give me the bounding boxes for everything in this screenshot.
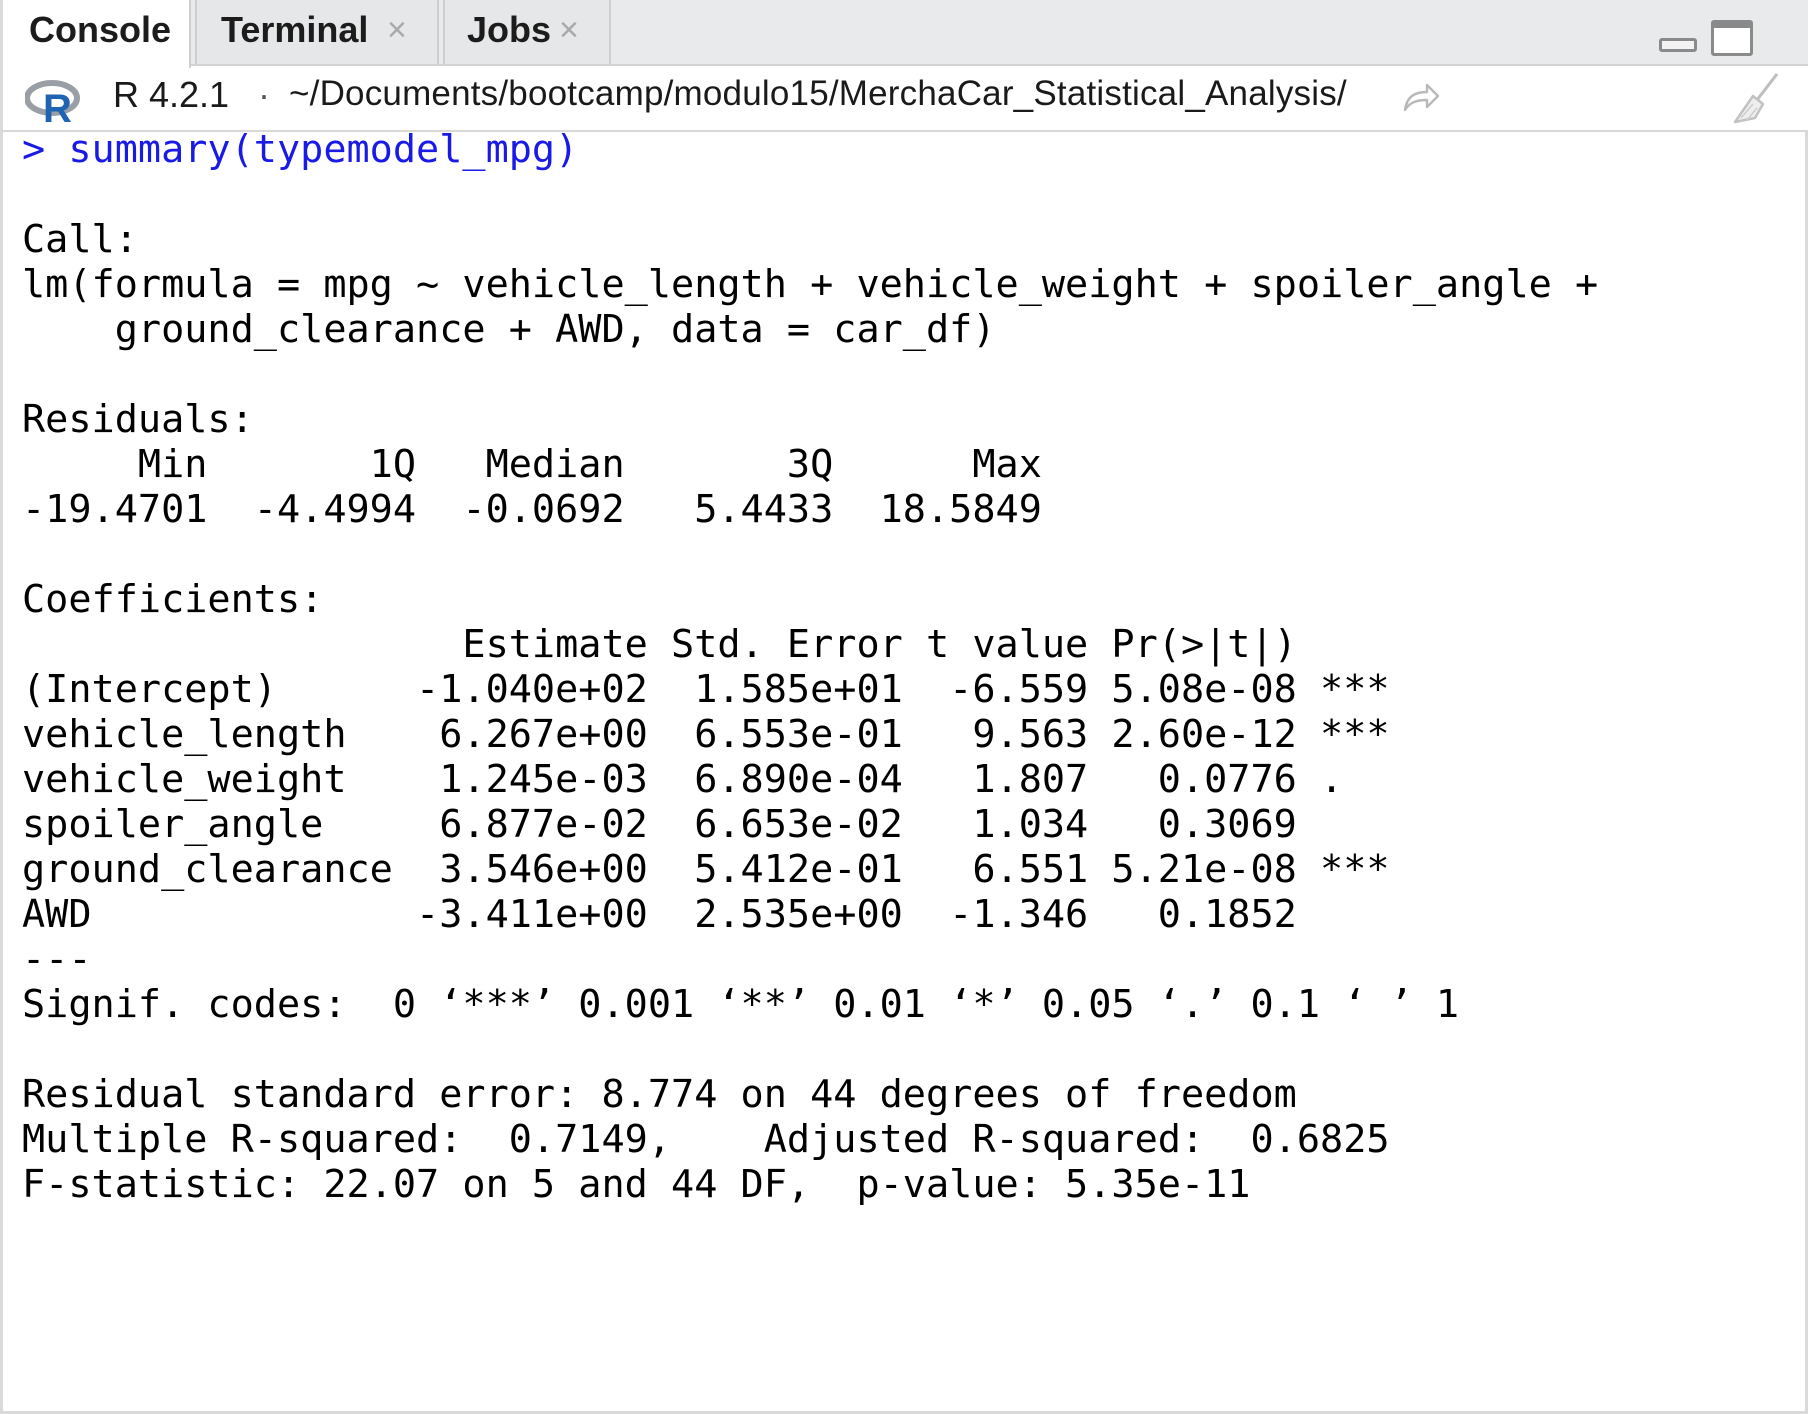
console-output[interactable]: > summary(typemodel_mpg) Call: lm(formul… <box>3 132 1808 1408</box>
close-icon[interactable]: × <box>387 0 407 60</box>
working-directory: ~/Documents/bootcamp/modulo15/MerchaCar_… <box>289 74 1347 113</box>
svg-text:R: R <box>43 87 72 124</box>
tab-terminal[interactable]: Terminal × <box>195 0 439 64</box>
console-line: F-statistic: 22.07 on 5 and 44 DF, p-val… <box>22 1162 1251 1207</box>
console-line: ground_clearance + AWD, data = car_df) <box>22 307 996 352</box>
maximize-icon[interactable] <box>1711 20 1753 56</box>
r-logo-icon: R <box>25 80 80 124</box>
go-to-directory-icon[interactable] <box>1401 80 1441 114</box>
tab-jobs-label: Jobs <box>467 9 552 50</box>
console-line: AWD -3.411e+00 2.535e+00 -1.346 0.1852 <box>22 892 1390 937</box>
tab-console[interactable]: Console <box>3 0 191 68</box>
console-line: -19.4701 -4.4994 -0.0692 5.4433 18.5849 <box>22 487 1066 532</box>
separator: · <box>258 74 270 115</box>
tab-terminal-label: Terminal <box>221 9 369 50</box>
console-line: Signif. codes: 0 ‘***’ 0.001 ‘**’ 0.01 ‘… <box>22 982 1460 1027</box>
clear-console-icon[interactable] <box>1727 70 1783 126</box>
window-controls <box>1659 20 1771 60</box>
close-icon[interactable]: × <box>559 0 579 60</box>
tab-bar: Console Terminal × Jobs × <box>3 0 1808 68</box>
minimize-icon[interactable] <box>1659 38 1697 52</box>
console-command: > summary(typemodel_mpg) <box>22 132 579 172</box>
console-pane: Console Terminal × Jobs × R R 4.2.1 · ~/… <box>0 0 1808 1414</box>
tab-console-label: Console <box>29 9 172 50</box>
r-version: R 4.2.1 <box>113 74 230 115</box>
tab-jobs[interactable]: Jobs × <box>443 0 611 64</box>
console-toolbar: R R 4.2.1 · ~/Documents/bootcamp/modulo1… <box>3 66 1808 132</box>
